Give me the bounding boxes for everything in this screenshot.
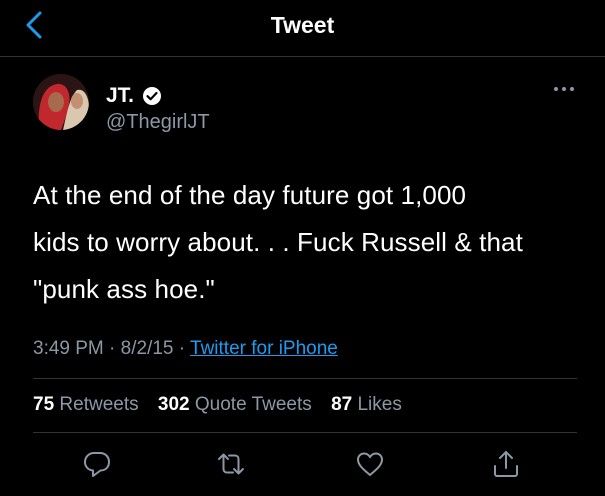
likes-stat[interactable]: 87 Likes (331, 394, 416, 415)
tweet-line: At the end of the day future got 1,000 (33, 180, 467, 210)
more-options-icon[interactable] (553, 82, 575, 96)
divider (33, 378, 577, 379)
reply-icon (84, 452, 110, 477)
likes-count: 87 (331, 394, 353, 415)
like-icon (357, 452, 383, 476)
share-button[interactable] (490, 448, 522, 480)
like-button[interactable] (354, 448, 386, 480)
author-handle[interactable]: @ThegirlJT (106, 111, 210, 134)
retweet-button[interactable] (215, 448, 247, 480)
tweet-text: At the end of the day future got 1,000 k… (33, 172, 593, 313)
author-name[interactable]: JT. (106, 84, 134, 108)
retweets-stat[interactable]: 75 Retweets (33, 394, 153, 415)
verified-badge-icon (143, 87, 162, 105)
share-icon (494, 451, 518, 477)
retweets-count: 75 (33, 394, 55, 415)
author-name-row: JT. (106, 84, 162, 108)
tweet-line: "punk ass hoe." (33, 274, 215, 304)
tweet-time: 3:49 PM (33, 338, 104, 359)
quote-tweets-stat[interactable]: 302 Quote Tweets (158, 394, 326, 415)
tweet-date: 8/2/15 (120, 338, 174, 359)
reply-button[interactable] (81, 448, 113, 480)
meta-separator: · (109, 338, 116, 359)
retweet-icon (218, 453, 244, 475)
likes-label: Likes (357, 394, 402, 415)
meta-separator: · (178, 338, 186, 359)
tweet-source-link[interactable]: Twitter for iPhone (190, 338, 338, 359)
retweets-label: Retweets (59, 394, 139, 415)
tweet-line: kids to worry about. . . Fuck Russell & … (33, 227, 523, 257)
avatar[interactable] (33, 74, 89, 130)
quote-tweets-label: Quote Tweets (194, 394, 312, 415)
quote-tweets-count: 302 (157, 394, 190, 415)
divider (33, 432, 577, 433)
tweet-meta: 3:49 PM · 8/2/15 · Twitter for iPhone (33, 338, 338, 360)
top-bar: Tweet (0, 0, 605, 57)
tweet-stats: 75 Retweets 302 Quote Tweets 87 Likes (33, 394, 416, 416)
page-title: Tweet (270, 12, 335, 38)
